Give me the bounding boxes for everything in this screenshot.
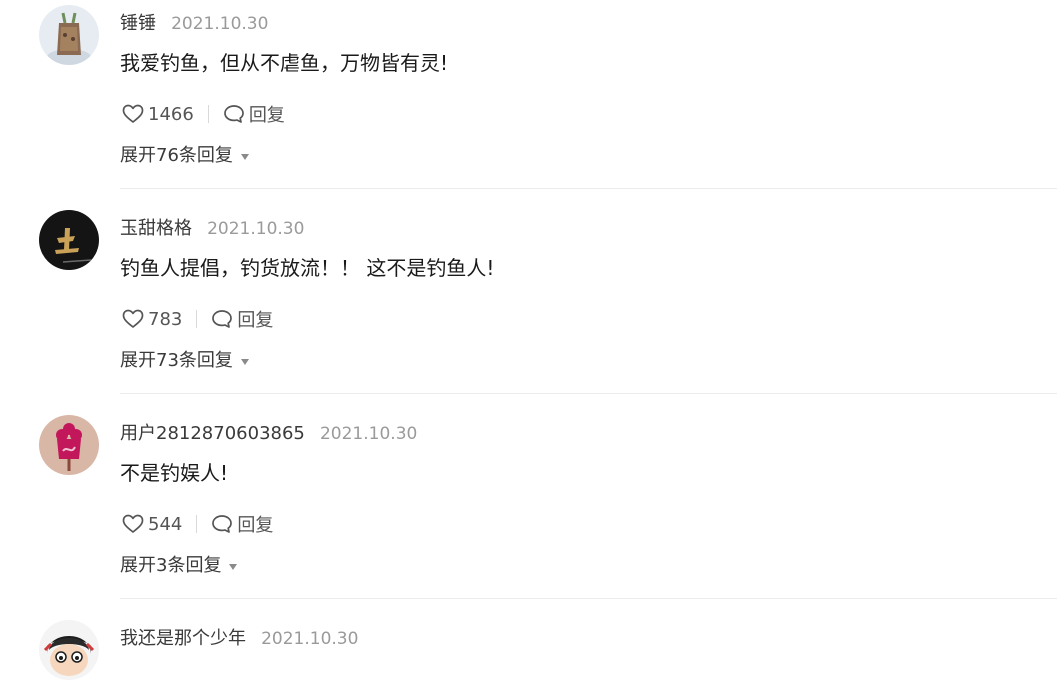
reply-button[interactable]: 回复 bbox=[211, 306, 273, 332]
comment-text: 不是钓娱人! bbox=[120, 461, 229, 485]
like-count: 783 bbox=[148, 308, 183, 330]
comment-text: 我爱钓鱼，但从不虐鱼，万物皆有灵! bbox=[120, 51, 449, 75]
username[interactable]: 玉甜格格 bbox=[120, 218, 192, 239]
username[interactable]: 用户2812870603865 bbox=[120, 423, 305, 444]
expand-replies-button[interactable]: 展开73条回复 bbox=[120, 348, 249, 374]
comment-bubble-icon bbox=[212, 310, 233, 328]
user-avatar[interactable] bbox=[39, 620, 99, 680]
comment-item: 我还是那个少年 2021.10.30 bbox=[0, 620, 1057, 680]
expand-replies-label: 展开76条回复 bbox=[120, 145, 233, 166]
user-avatar[interactable] bbox=[39, 210, 99, 270]
like-button[interactable]: 783 bbox=[122, 309, 182, 330]
action-separator bbox=[207, 105, 209, 123]
like-count: 1466 bbox=[148, 103, 194, 125]
comment-meta: 我还是那个少年 2021.10.30 bbox=[120, 626, 358, 652]
heart-icon bbox=[122, 309, 144, 328]
caret-down-icon bbox=[240, 359, 249, 365]
action-separator bbox=[196, 310, 198, 328]
comment-date: 2021.10.30 bbox=[319, 424, 418, 444]
expand-replies-label: 展开73条回复 bbox=[120, 350, 233, 371]
comment-item: 用户2812870603865 2021.10.30 不是钓娱人! 544 回复… bbox=[0, 415, 1057, 620]
action-separator bbox=[196, 515, 198, 533]
caret-down-icon bbox=[229, 564, 238, 570]
reply-label: 回复 bbox=[237, 310, 274, 331]
like-button[interactable]: 544 bbox=[122, 514, 182, 535]
username[interactable]: 我还是那个少年 bbox=[120, 628, 246, 649]
expand-replies-button[interactable]: 展开3条回复 bbox=[120, 553, 238, 579]
like-button[interactable]: 1466 bbox=[122, 104, 194, 125]
comment-bubble-icon bbox=[212, 515, 233, 533]
reply-button[interactable]: 回复 bbox=[223, 101, 285, 127]
username[interactable]: 锤锤 bbox=[120, 13, 156, 34]
divider bbox=[120, 598, 1057, 599]
divider bbox=[120, 188, 1057, 189]
comment-meta: 玉甜格格 2021.10.30 bbox=[120, 216, 304, 242]
user-avatar[interactable] bbox=[39, 5, 99, 65]
comment-meta: 锤锤 2021.10.30 bbox=[120, 11, 268, 37]
comment-actions: 783 回复 bbox=[122, 306, 273, 332]
comment-text: 钓鱼人提倡，钓货放流！！ 这不是钓鱼人! bbox=[120, 256, 495, 280]
comment-actions: 1466 回复 bbox=[122, 101, 285, 127]
reply-button[interactable]: 回复 bbox=[211, 511, 273, 537]
comment-bubble-icon bbox=[223, 105, 244, 123]
heart-icon bbox=[122, 514, 144, 533]
heart-icon bbox=[122, 104, 144, 123]
user-avatar[interactable] bbox=[39, 415, 99, 475]
comment-date: 2021.10.30 bbox=[171, 14, 269, 34]
comment-date: 2021.10.30 bbox=[261, 629, 359, 649]
reply-label: 回复 bbox=[237, 515, 274, 536]
comment-item: 玉甜格格 2021.10.30 钓鱼人提倡，钓货放流！！ 这不是钓鱼人! 783… bbox=[0, 210, 1057, 415]
comment-actions: 544 回复 bbox=[122, 511, 273, 537]
divider bbox=[120, 393, 1057, 394]
comment-item: 锤锤 2021.10.30 我爱钓鱼，但从不虐鱼，万物皆有灵! 1466 回复 … bbox=[0, 5, 1057, 210]
comment-meta: 用户2812870603865 2021.10.30 bbox=[120, 421, 417, 447]
reply-label: 回复 bbox=[248, 105, 285, 126]
expand-replies-label: 展开3条回复 bbox=[120, 555, 222, 576]
caret-down-icon bbox=[240, 154, 249, 160]
comment-date: 2021.10.30 bbox=[207, 219, 305, 239]
like-count: 544 bbox=[148, 513, 183, 535]
expand-replies-button[interactable]: 展开76条回复 bbox=[120, 143, 249, 169]
